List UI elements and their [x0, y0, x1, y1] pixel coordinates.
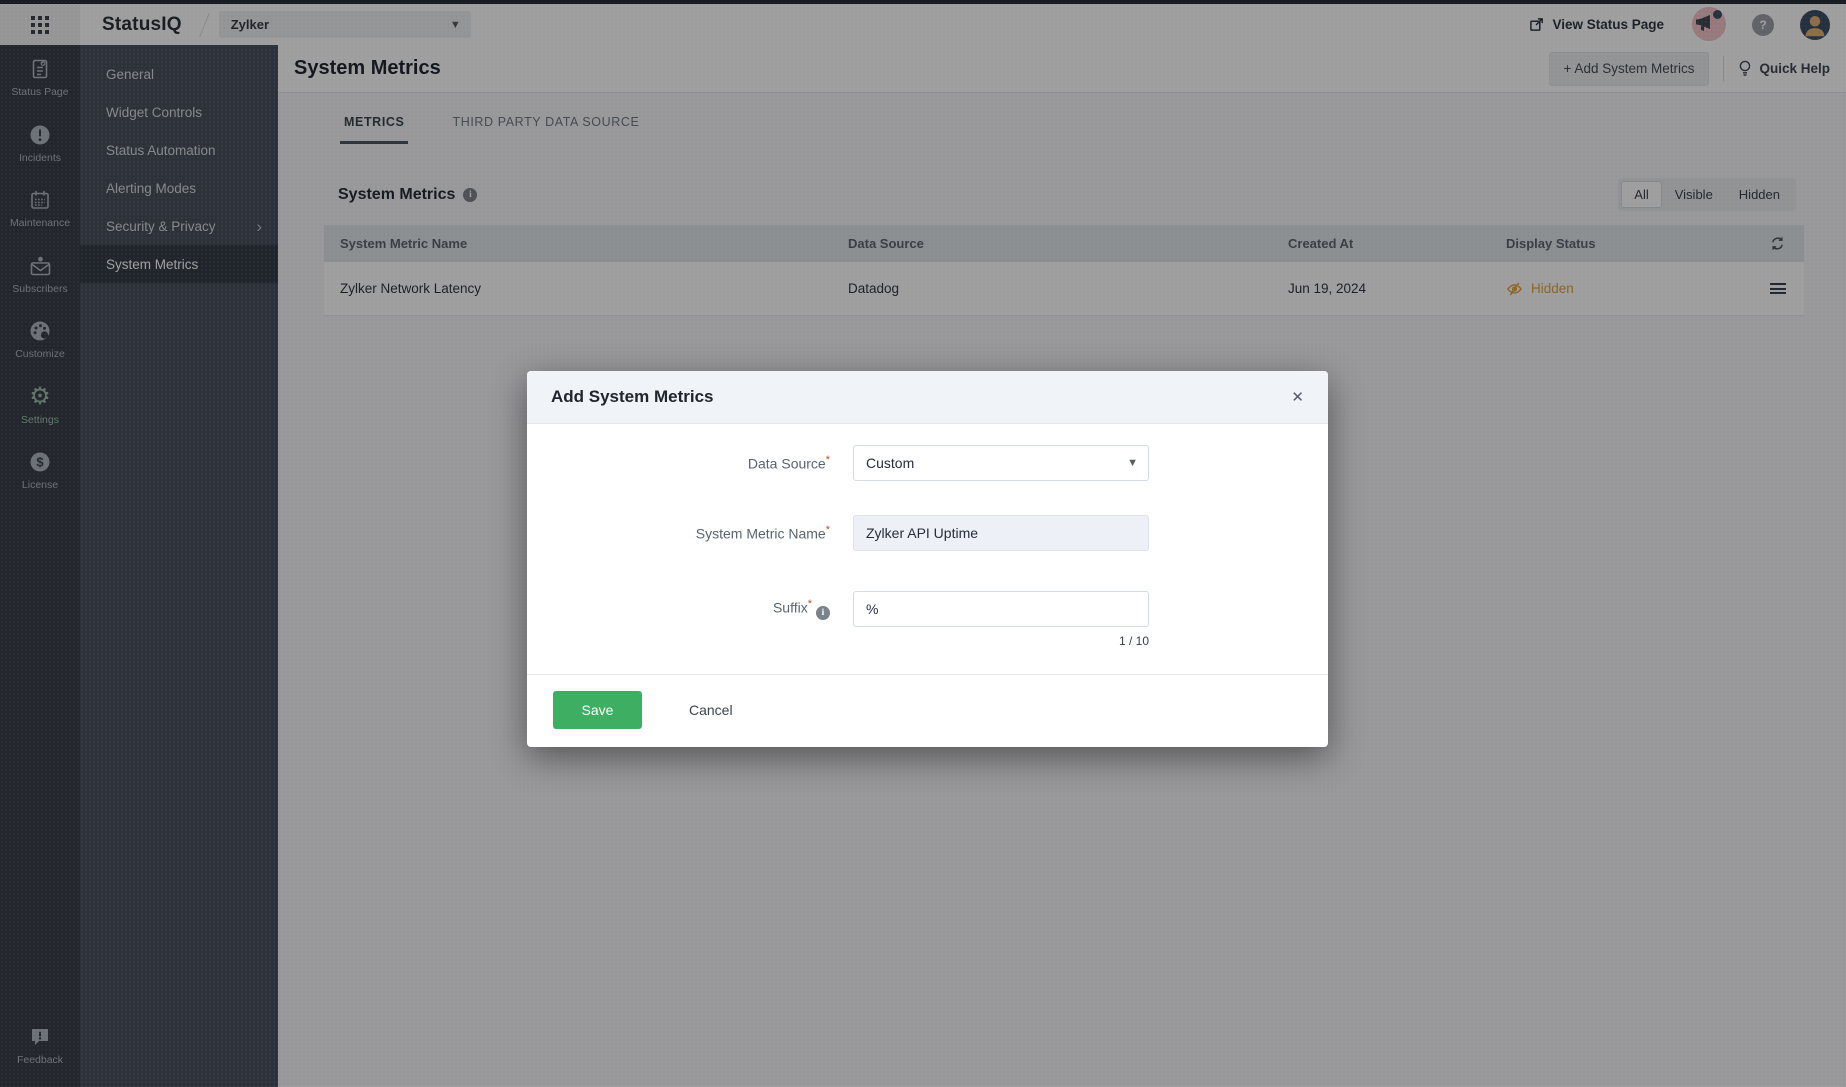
- required-asterisk: *: [826, 524, 830, 536]
- close-icon[interactable]: ✕: [1291, 390, 1304, 405]
- data-source-label: Data Source*: [527, 454, 853, 472]
- counter-row: 1 / 10: [527, 634, 1328, 648]
- chevron-down-icon: ▼: [1127, 457, 1138, 469]
- suffix-row: Suffix*i: [527, 591, 1328, 627]
- data-source-value: Custom: [866, 455, 1127, 471]
- metric-name-row: System Metric Name*: [527, 515, 1328, 551]
- required-asterisk: *: [826, 454, 830, 466]
- required-asterisk: *: [808, 598, 812, 610]
- suffix-info-icon[interactable]: i: [816, 606, 830, 620]
- add-system-metrics-modal: Add System Metrics ✕ Data Source* Custom…: [527, 371, 1328, 747]
- save-button[interactable]: Save: [553, 691, 642, 729]
- modal-footer: Save Cancel: [527, 674, 1328, 747]
- metric-name-label: System Metric Name*: [527, 524, 853, 542]
- char-counter: 1 / 10: [853, 634, 1149, 648]
- suffix-input[interactable]: [853, 591, 1149, 627]
- system-metric-name-input[interactable]: [853, 515, 1149, 551]
- data-source-row: Data Source* Custom ▼: [527, 445, 1328, 481]
- suffix-label: Suffix*i: [527, 598, 853, 620]
- modal-title: Add System Metrics: [551, 387, 714, 407]
- cancel-button[interactable]: Cancel: [689, 702, 733, 718]
- data-source-select[interactable]: Custom ▼: [853, 445, 1149, 481]
- statusiq-app: StatusIQ Zylker ▼ View Status Page: [0, 0, 1846, 1087]
- modal-body: Data Source* Custom ▼ System Metric Name…: [527, 424, 1328, 648]
- modal-header: Add System Metrics ✕: [527, 371, 1328, 424]
